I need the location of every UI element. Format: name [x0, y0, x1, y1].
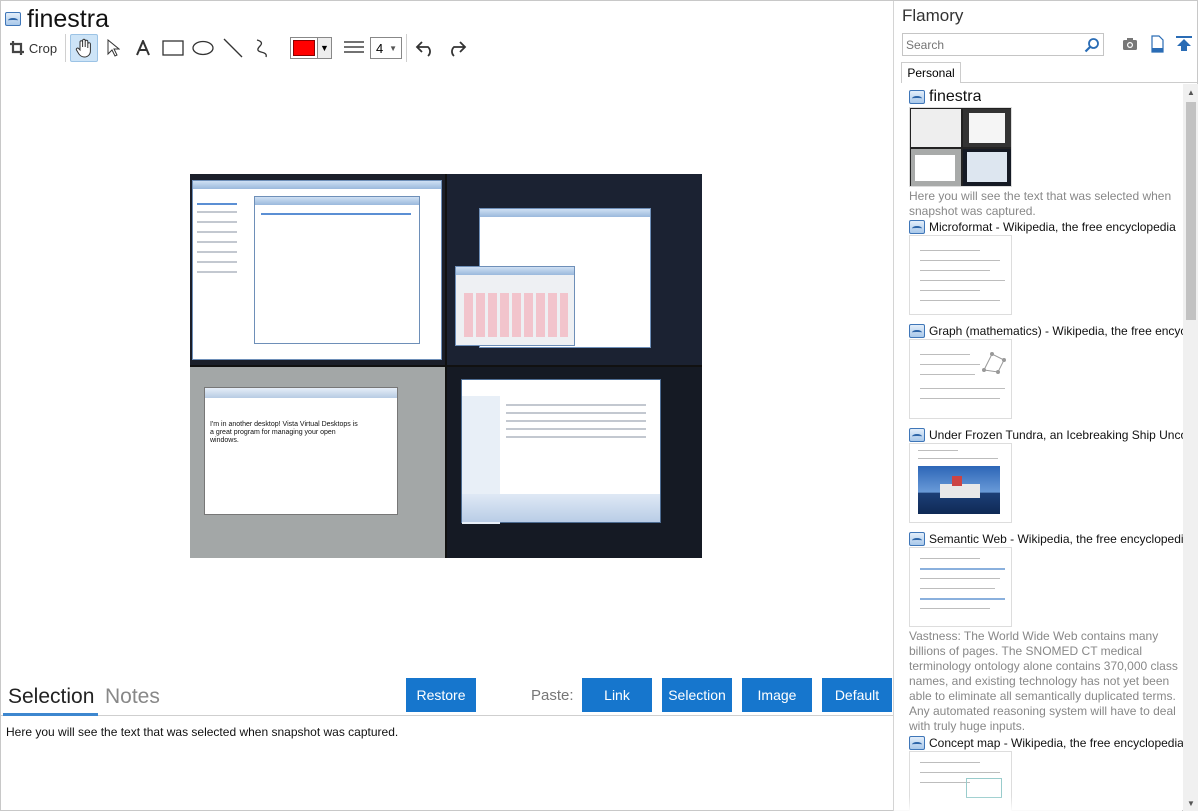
search-icon[interactable] — [1084, 37, 1100, 53]
item-title: Semantic Web - Wikipedia, the free encyc… — [929, 532, 1184, 546]
item-header: Under Frozen Tundra, an Icebreaking Ship… — [909, 428, 1184, 442]
snapshot-quadrant-calculator — [447, 174, 702, 365]
crop-label: Crop — [28, 40, 58, 56]
text-icon — [136, 40, 150, 56]
tab-selection[interactable]: Selection — [8, 685, 94, 709]
line-icon — [223, 38, 243, 58]
snapshot-image[interactable]: I'm in another desktop! Vista Virtual De… — [190, 174, 702, 558]
sidebar-title: Flamory — [902, 6, 964, 25]
redo-icon — [451, 41, 467, 57]
item-thumbnail — [909, 443, 1012, 523]
crop-button[interactable]: Crop — [5, 34, 61, 62]
app-window: finestra Crop ▼ 4 ▼ I'm in another deskt… — [0, 0, 1198, 811]
camera-icon[interactable] — [1121, 35, 1139, 53]
color-swatch — [293, 40, 315, 56]
chevron-down-icon: ▼ — [389, 43, 397, 53]
tab-personal[interactable]: Personal — [901, 62, 961, 83]
rectangle-tool-button[interactable] — [158, 34, 188, 62]
rectangle-icon — [162, 40, 184, 56]
tab-notes[interactable]: Notes — [105, 685, 160, 709]
scroll-down-icon[interactable]: ▼ — [1187, 799, 1195, 808]
ellipse-icon — [192, 40, 214, 56]
snapshot-app-icon — [909, 428, 925, 442]
paste-image-button[interactable]: Image — [742, 678, 812, 712]
item-thumbnail — [909, 339, 1012, 419]
item-description: Here you will see the text that was sele… — [909, 189, 1172, 218]
list-item[interactable]: Under Frozen Tundra, an Icebreaking Ship… — [909, 428, 1184, 523]
paste-selection-button[interactable]: Selection — [662, 678, 732, 712]
toolbar-divider — [406, 34, 407, 62]
line-width-icon — [340, 34, 368, 62]
item-title: Microformat - Wikipedia, the free encycl… — [929, 220, 1176, 234]
list-item[interactable]: finestra Here you will see the text that… — [909, 88, 1184, 219]
snapshot-app-icon — [909, 736, 925, 750]
line-width-select[interactable]: 4 ▼ — [370, 37, 402, 59]
paste-label: Paste: — [531, 687, 574, 704]
scroll-up-icon[interactable]: ▲ — [1187, 88, 1195, 97]
chevron-down-icon: ▼ — [317, 38, 331, 58]
snapshot-app-icon — [909, 90, 925, 104]
search-input[interactable] — [906, 37, 1084, 52]
item-title: Under Frozen Tundra, an Icebreaking Ship… — [929, 428, 1184, 442]
undo-button[interactable] — [411, 34, 441, 62]
item-description: Vastness: The World Wide Web contains ma… — [909, 629, 1178, 733]
hand-tool-button[interactable] — [70, 34, 98, 62]
select-tool-button[interactable] — [98, 34, 128, 62]
snapshot-app-icon — [909, 220, 925, 234]
list-item[interactable]: Microformat - Wikipedia, the free encycl… — [909, 220, 1184, 315]
item-thumbnail — [909, 547, 1012, 627]
drawing-toolbar: Crop ▼ 4 ▼ — [5, 33, 471, 63]
snapshot-quadrant-explorer — [447, 367, 702, 558]
undo-icon — [415, 41, 431, 57]
page-icon[interactable] — [1148, 35, 1166, 53]
item-header: Concept map - Wikipedia, the free encycl… — [909, 736, 1184, 750]
freehand-icon — [256, 39, 267, 58]
list-item[interactable]: Semantic Web - Wikipedia, the free encyc… — [909, 532, 1184, 734]
item-title: Graph (mathematics) - Wikipedia, the fre… — [929, 324, 1184, 338]
pointer-icon — [107, 39, 120, 57]
restore-button[interactable]: Restore — [406, 678, 476, 712]
item-thumbnail — [909, 107, 1012, 187]
item-header: finestra — [909, 88, 1184, 106]
crop-icon — [9, 41, 24, 55]
list-fade — [894, 796, 1182, 811]
paste-link-button[interactable]: Link — [582, 678, 652, 712]
snapshot-quadrant-browser — [190, 174, 445, 365]
page-title: finestra — [27, 5, 109, 33]
line-width-value: 4 — [376, 40, 384, 56]
toolbar-divider — [65, 34, 66, 62]
selection-text[interactable]: Here you will see the text that was sele… — [6, 725, 398, 739]
item-header: Semantic Web - Wikipedia, the free encyc… — [909, 532, 1184, 546]
item-header: Graph (mathematics) - Wikipedia, the fre… — [909, 324, 1184, 338]
item-title: Concept map - Wikipedia, the free encycl… — [929, 736, 1184, 750]
color-picker[interactable]: ▼ — [290, 37, 332, 59]
item-thumbnail — [909, 235, 1012, 315]
text-tool-button[interactable] — [128, 34, 158, 62]
scrollbar-thumb[interactable] — [1186, 102, 1196, 320]
snapshot-app-icon — [5, 12, 21, 26]
hand-icon — [75, 38, 91, 58]
sidebar-scrollbar[interactable]: ▲ ▼ — [1183, 84, 1198, 811]
snapshot-quadrant-desktop: I'm in another desktop! Vista Virtual De… — [190, 367, 445, 558]
freehand-tool-button[interactable] — [248, 34, 278, 62]
redo-button[interactable] — [441, 34, 471, 62]
ellipse-tool-button[interactable] — [188, 34, 218, 62]
active-tab-indicator — [3, 713, 98, 716]
list-item[interactable]: Graph (mathematics) - Wikipedia, the fre… — [909, 324, 1184, 419]
snapshot-app-icon — [909, 532, 925, 546]
snapshot-app-icon — [909, 324, 925, 338]
move-to-top-icon[interactable] — [1175, 35, 1193, 53]
search-box — [902, 33, 1104, 56]
snapshot-list: finestra Here you will see the text that… — [894, 84, 1184, 811]
snapshot-desktop-text: I'm in another desktop! Vista Virtual De… — [210, 421, 358, 444]
item-title: finestra — [929, 88, 982, 105]
title-row: finestra — [5, 3, 109, 35]
flamory-sidebar: Flamory Personal finestra Her — [894, 1, 1198, 811]
line-tool-button[interactable] — [218, 34, 248, 62]
item-header: Microformat - Wikipedia, the free encycl… — [909, 220, 1184, 234]
paste-default-button[interactable]: Default — [822, 678, 892, 712]
snapshot-editor: finestra Crop ▼ 4 ▼ I'm in another deskt… — [1, 1, 894, 811]
